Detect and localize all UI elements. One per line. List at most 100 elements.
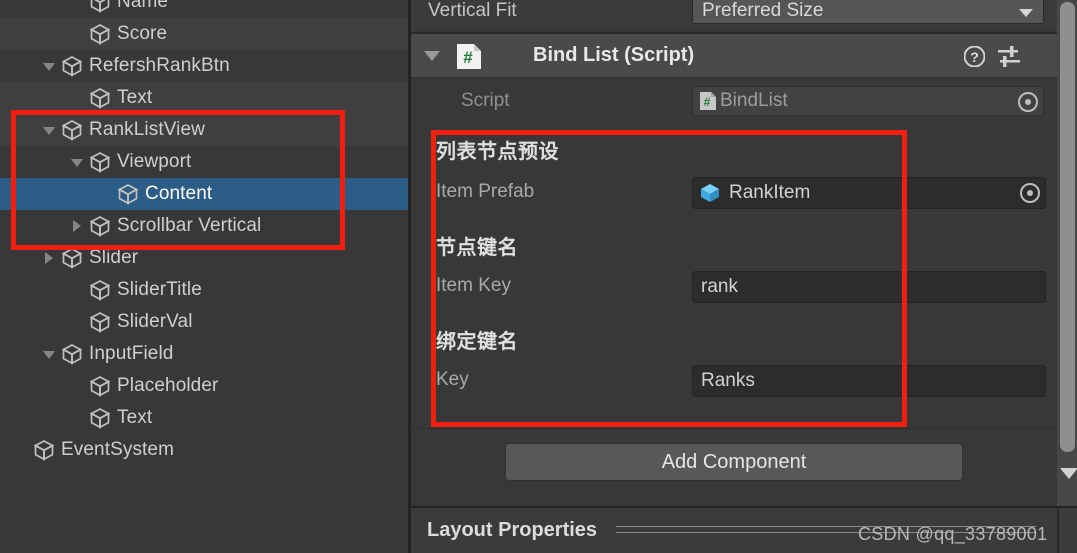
item-prefab-object-field[interactable]: RankItem: [692, 177, 1046, 209]
csdn-watermark: CSDN @qq_33789001: [858, 524, 1048, 544]
hierarchy-item-slidertitle[interactable]: SliderTitle: [0, 274, 408, 306]
csharp-script-icon: #: [699, 91, 717, 111]
kebab-menu-icon[interactable]: [1045, 45, 1051, 68]
hierarchy-item-eventsystem[interactable]: EventSystem: [0, 434, 408, 466]
gameobject-cube-icon: [88, 278, 112, 302]
object-picker-icon[interactable]: [1016, 179, 1044, 207]
hierarchy-item-viewport[interactable]: Viewport: [0, 146, 408, 178]
svg-text:#: #: [704, 95, 711, 109]
bind-list-component-header[interactable]: # Bind List (Script) ?: [411, 34, 1063, 78]
hierarchy-panel[interactable]: Name Score RefershRankBtn Text RankListView V…: [0, 0, 408, 553]
hierarchy-item-slider[interactable]: Slider: [0, 242, 408, 274]
chevron-down-icon: [1019, 9, 1033, 17]
script-label: Script: [461, 90, 510, 111]
key-label: Key: [436, 369, 469, 390]
hierarchy-item-label: RefershRankBtn: [89, 55, 230, 76]
hierarchy-item-label: InputField: [89, 343, 174, 364]
item-prefab-value: RankItem: [729, 182, 811, 203]
foldout-spacer: [66, 306, 88, 338]
object-picker-icon[interactable]: [1014, 88, 1042, 116]
chevron-down-icon[interactable]: [38, 50, 60, 82]
svg-text:?: ?: [970, 49, 979, 65]
gameobject-cube-icon: [88, 310, 112, 334]
key-value: Ranks: [701, 370, 755, 391]
hierarchy-item-label: Scrollbar Vertical: [117, 215, 262, 236]
bottom-right-divider: [1057, 508, 1059, 553]
bind-list-properties: 列表节点预设 Item Prefab RankItem 节点键名 Item Ke…: [411, 123, 1063, 423]
chevron-down-icon[interactable]: [38, 338, 60, 370]
group-title-item-prefab: 列表节点预设: [436, 141, 559, 163]
hierarchy-item-scrollbar-vertical[interactable]: Scrollbar Vertical: [0, 210, 408, 242]
add-component-label: Add Component: [661, 450, 807, 473]
gameobject-cube-icon: [116, 182, 140, 206]
svg-text:#: #: [463, 48, 473, 67]
hierarchy-item-label: Placeholder: [117, 375, 219, 396]
item-prefab-label: Item Prefab: [436, 181, 535, 202]
foldout-spacer: [66, 274, 88, 306]
gameobject-cube-icon: [60, 54, 84, 78]
hierarchy-item-label: RankListView: [89, 119, 205, 140]
add-component-button[interactable]: Add Component: [505, 443, 963, 481]
chevron-down-icon[interactable]: [38, 114, 60, 146]
hierarchy-item-ranklistview[interactable]: RankListView: [0, 114, 408, 146]
hierarchy-item-label: EventSystem: [61, 439, 175, 460]
unity-editor-screenshot: Name Score RefershRankBtn Text RankListView V…: [0, 0, 1077, 553]
foldout-spacer: [66, 370, 88, 402]
hierarchy-item-inputfield[interactable]: InputField: [0, 338, 408, 370]
hierarchy-item-label: Slider: [89, 247, 139, 268]
chevron-down-icon[interactable]: [424, 51, 440, 61]
gameobject-cube-icon: [88, 406, 112, 430]
group-title-item-key: 节点键名: [436, 237, 518, 259]
component-title: Bind List (Script): [533, 44, 695, 66]
gameobject-cube-icon: [88, 374, 112, 398]
gameobject-cube-icon: [32, 438, 56, 462]
csharp-script-icon: #: [456, 43, 482, 70]
gameobject-cube-icon: [88, 214, 112, 238]
chevron-right-icon[interactable]: [66, 210, 88, 242]
layout-properties-label: Layout Properties: [427, 519, 598, 541]
vertical-fit-label: Vertical Fit: [428, 0, 517, 21]
script-value: BindList: [720, 90, 788, 111]
hierarchy-item-label: SliderTitle: [117, 279, 202, 300]
hierarchy-item-content[interactable]: Content: [0, 178, 408, 210]
hierarchy-item-label: Text: [117, 87, 153, 108]
hierarchy-item-label: Name: [117, 0, 169, 12]
hierarchy-item-text[interactable]: Text: [0, 82, 408, 114]
hierarchy-item-name[interactable]: Name: [0, 0, 408, 18]
script-object-field[interactable]: # BindList: [692, 86, 1044, 116]
hierarchy-item-label: Content: [145, 183, 213, 204]
help-icon[interactable]: ?: [963, 45, 986, 68]
item-key-input[interactable]: rank: [692, 271, 1046, 303]
vertical-fit-dropdown[interactable]: Preferred Size: [692, 0, 1044, 24]
hierarchy-item-label: SliderVal: [117, 311, 193, 332]
inspector-panel: Vertical Fit Preferred Size # Bind List …: [411, 0, 1077, 553]
hierarchy-item-text[interactable]: Text: [0, 402, 408, 434]
chevron-right-icon[interactable]: [38, 242, 60, 274]
vertical-fit-value: Preferred Size: [702, 0, 824, 21]
hierarchy-item-label: Viewport: [117, 151, 192, 172]
hierarchy-item-refershrankbtn[interactable]: RefershRankBtn: [0, 50, 408, 82]
gameobject-cube-icon: [88, 0, 112, 14]
preset-sliders-icon[interactable]: [997, 45, 1021, 68]
gameobject-cube-icon: [60, 118, 84, 142]
gameobject-cube-icon: [60, 246, 84, 270]
hierarchy-item-label: Score: [117, 23, 168, 44]
foldout-spacer: [66, 402, 88, 434]
hierarchy-item-score[interactable]: Score: [0, 18, 408, 50]
group-title-key: 绑定键名: [436, 331, 518, 353]
key-input[interactable]: Ranks: [692, 365, 1046, 397]
chevron-down-icon[interactable]: [66, 146, 88, 178]
gameobject-cube-icon: [60, 342, 84, 366]
script-field-row: Script # BindList: [411, 79, 1063, 123]
foldout-spacer: [66, 0, 88, 18]
scroll-down-arrow-icon[interactable]: [1060, 468, 1077, 479]
inspector-scrollbar-thumb[interactable]: [1060, 2, 1075, 452]
hierarchy-item-sliderval[interactable]: SliderVal: [0, 306, 408, 338]
foldout-spacer: [94, 178, 116, 210]
item-key-label: Item Key: [436, 275, 511, 296]
gameobject-cube-icon: [88, 22, 112, 46]
hierarchy-item-placeholder[interactable]: Placeholder: [0, 370, 408, 402]
gameobject-cube-icon: [88, 86, 112, 110]
hierarchy-item-label: Text: [117, 407, 153, 428]
foldout-spacer: [66, 18, 88, 50]
